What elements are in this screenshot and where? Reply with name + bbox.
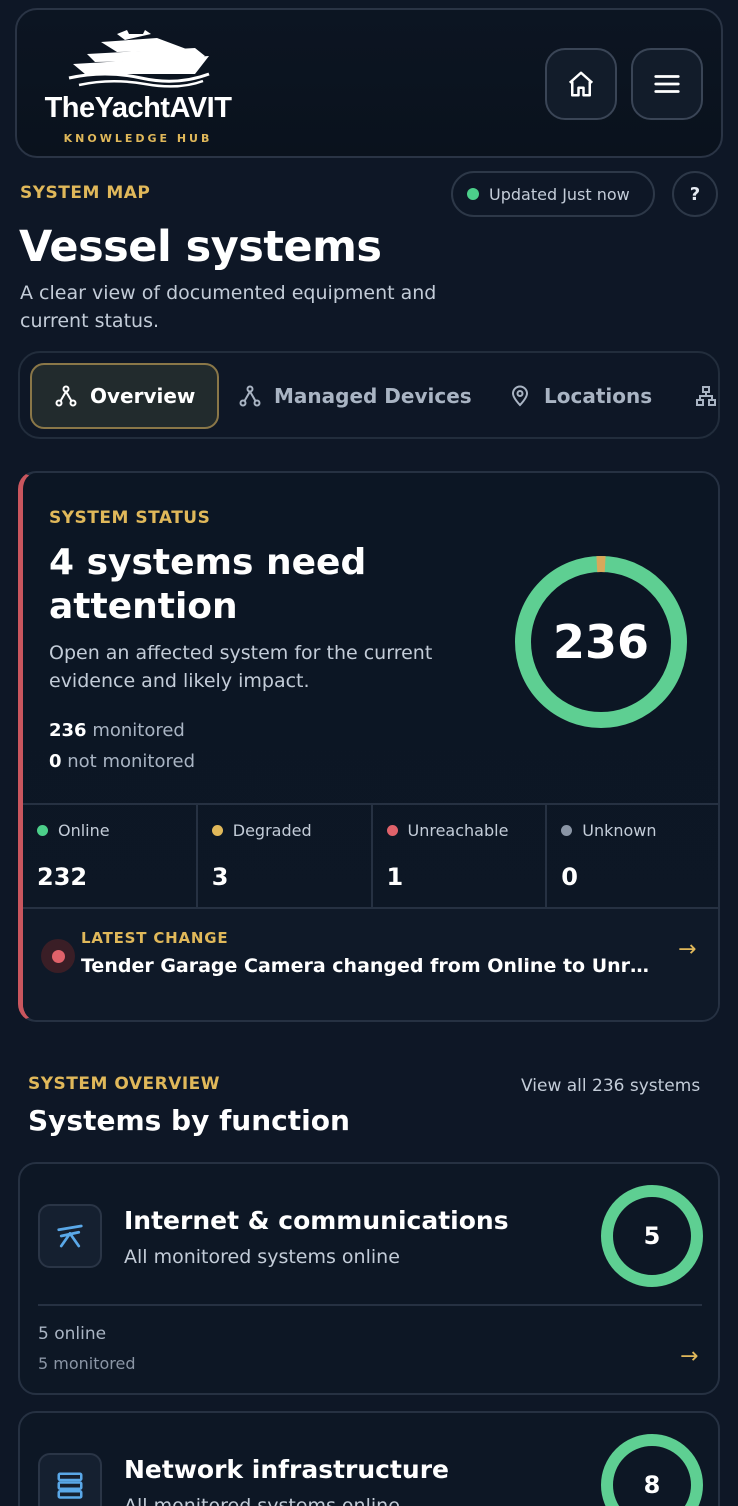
stat-degraded-text: Degraded (232, 821, 312, 840)
system-status-card: SYSTEM STATUS 4 systems need attention O… (18, 471, 720, 1022)
function-ring: 5 (600, 1184, 704, 1288)
server-icon (57, 1472, 83, 1499)
app-header: TheYachtAVIT KNOWLEDGE HUB (15, 8, 723, 158)
stat-online-label: Online (37, 821, 110, 840)
stat-degraded-value: 3 (211, 863, 229, 891)
systems-by-function-title: Systems by function (28, 1104, 350, 1137)
help-button[interactable]: ? (672, 171, 718, 217)
menu-button[interactable] (631, 48, 703, 120)
not-monitored-label: not monitored (67, 751, 195, 772)
status-breakdown: Online 232 Degraded 3 Unreachable 1 Unkn… (23, 803, 718, 909)
function-card-internet[interactable]: Internet & communications All monitored … (18, 1162, 720, 1395)
not-monitored-value: 0 (49, 751, 62, 772)
function-status: All monitored systems online (124, 1495, 400, 1506)
divider (38, 1304, 702, 1306)
status-dot (467, 188, 479, 200)
stat-unreachable-value: 1 (386, 863, 404, 891)
unknown-dot (561, 825, 573, 836)
stat-unknown-text: Unknown (582, 821, 657, 840)
page-title: Vessel systems (19, 222, 382, 272)
page-subtitle: A clear view of documented equipment and… (20, 282, 437, 332)
function-count: 5 (643, 1222, 661, 1250)
latest-change[interactable]: LATEST CHANGE Tender Garage Camera chang… (23, 909, 718, 1020)
latest-change-text: Tender Garage Camera changed from Online… (81, 955, 661, 977)
stat-unreachable-text: Unreachable (407, 821, 509, 840)
stat-unreachable-label: Unreachable (386, 821, 509, 840)
tab-locations-label: Locations (544, 384, 653, 408)
system-map-eyebrow: SYSTEM MAP (20, 183, 151, 203)
satellite-icon (57, 1224, 83, 1248)
system-status-title: 4 systems need attention (49, 542, 367, 627)
stat-online[interactable]: Online 232 (23, 805, 198, 907)
status-ring: 236 (511, 552, 691, 732)
location-pin-icon (511, 385, 529, 407)
function-name: Internet & communications (124, 1206, 509, 1235)
updated-status-pill[interactable]: Updated Just now (451, 171, 655, 217)
updated-label: Updated Just now (489, 184, 630, 204)
alert-dot (41, 939, 75, 973)
page: TheYachtAVIT KNOWLEDGE HUB SYSTEM MAP Up… (0, 0, 738, 1506)
menu-icon (654, 75, 680, 93)
home-button[interactable] (545, 48, 617, 120)
home-icon (568, 71, 594, 97)
system-status-eyebrow: SYSTEM STATUS (49, 508, 211, 528)
stat-online-text: Online (58, 821, 110, 840)
stat-unknown[interactable]: Unknown 0 (547, 805, 718, 907)
online-dot (37, 825, 48, 836)
logo-title: TheYachtAVIT (44, 92, 232, 124)
tab-hierarchy[interactable] (694, 363, 718, 429)
degraded-dot (211, 825, 223, 836)
stat-unknown-value: 0 (561, 863, 578, 891)
latest-change-eyebrow: LATEST CHANGE (81, 929, 229, 947)
function-ring: 8 (600, 1433, 704, 1506)
system-status-description: Open an affected system for the current … (49, 642, 433, 692)
logo-subtitle: KNOWLEDGE HUB (63, 132, 213, 145)
stat-online-value: 232 (37, 863, 88, 891)
monitored-value: 236 (49, 720, 87, 741)
tab-overview[interactable]: Overview (30, 363, 220, 429)
logo[interactable]: TheYachtAVIT KNOWLEDGE HUB (43, 28, 233, 153)
alert-dot-inner (51, 949, 65, 963)
view-all-systems-link[interactable]: View all 236 systems (521, 1076, 700, 1096)
tab-overview-label: Overview (90, 384, 196, 408)
arrow-right-icon: → (678, 937, 697, 962)
view-tabs: Overview Managed Devices Locations (18, 351, 720, 439)
tab-managed-devices[interactable]: Managed Devices (238, 363, 472, 429)
stat-degraded-label: Degraded (211, 821, 312, 840)
hierarchy-icon (696, 386, 716, 406)
function-count: 8 (643, 1471, 661, 1499)
system-overview-eyebrow: SYSTEM OVERVIEW (28, 1074, 221, 1094)
function-name: Network infrastructure (124, 1455, 450, 1484)
network-icon (239, 385, 261, 407)
monitored-label: monitored (92, 720, 185, 741)
icon-tile (38, 1453, 102, 1506)
not-monitored-count: 0 not monitored (49, 751, 195, 772)
function-online: 5 online (38, 1324, 107, 1344)
icon-tile (38, 1204, 102, 1268)
function-monitored: 5 monitored (38, 1354, 136, 1373)
monitored-count: 236 monitored (49, 720, 185, 741)
yacht-icon (68, 30, 210, 88)
stat-unreachable[interactable]: Unreachable 1 (373, 805, 548, 907)
tab-managed-devices-label: Managed Devices (274, 384, 472, 408)
function-card-network[interactable]: Network infrastructure All monitored sys… (18, 1411, 720, 1506)
arrow-right-icon: → (680, 1344, 699, 1369)
stat-degraded[interactable]: Degraded 3 (198, 805, 373, 907)
unreachable-dot (386, 825, 398, 836)
tab-locations[interactable]: Locations (508, 363, 652, 429)
network-icon (55, 385, 77, 407)
status-ring-total: 236 (552, 615, 650, 669)
function-status: All monitored systems online (124, 1246, 400, 1268)
stat-unknown-label: Unknown (561, 821, 657, 840)
